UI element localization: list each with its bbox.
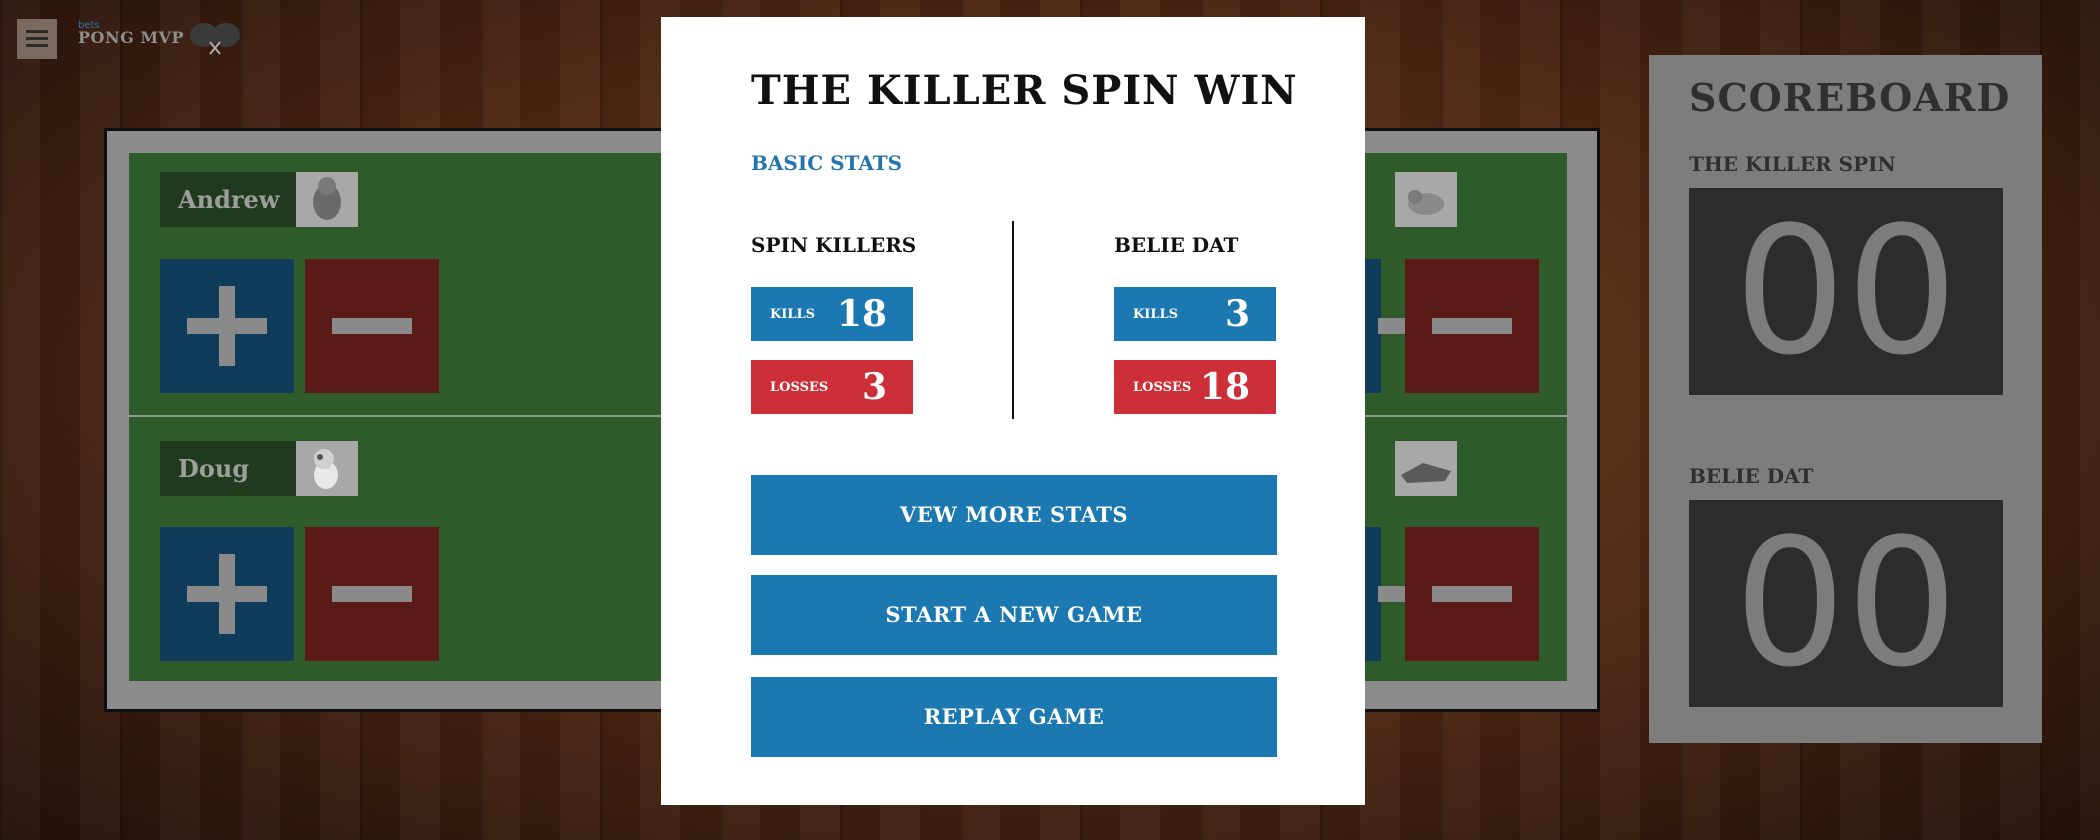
player-avatar	[296, 172, 358, 227]
menu-bar	[26, 44, 48, 47]
team-stats: SPIN KILLERS	[751, 233, 916, 257]
player-avatar	[1395, 441, 1457, 496]
decrement-button[interactable]	[1405, 527, 1539, 661]
losses-label: LOSSES	[770, 380, 829, 395]
scoreboard-score: 00	[1689, 188, 2003, 395]
scoreboard: SCOREBOARD THE KILLER SPIN 00 BELIE DAT …	[1649, 55, 2042, 743]
menu-bar	[26, 37, 48, 40]
team-stats: BELIE DAT	[1114, 233, 1238, 257]
player-name-tag: Andrew	[160, 172, 296, 227]
decrement-button[interactable]	[305, 259, 439, 393]
decrement-button[interactable]	[1405, 259, 1539, 393]
losses-label: LOSSES	[1133, 380, 1192, 395]
kills-label: KILLS	[1133, 307, 1179, 322]
losses-stat: LOSSES 3	[751, 360, 913, 414]
game-result-modal: THE KILLER SPIN WIN BASIC STATS SPIN KIL…	[661, 17, 1365, 805]
losses-stat: LOSSES 18	[1114, 360, 1276, 414]
scoreboard-team-name: THE KILLER SPIN	[1689, 152, 1896, 176]
decrement-button[interactable]	[305, 527, 439, 661]
player-avatar	[1395, 172, 1457, 227]
start-new-game-button[interactable]: START A NEW GAME	[751, 575, 1277, 655]
losses-value: 18	[1199, 366, 1250, 408]
replay-game-button[interactable]: REPLAY GAME	[751, 677, 1277, 757]
app: bets PONG MVP Andrew Doug SCOREBOARD THE…	[0, 0, 2100, 840]
paddles-logo-icon	[190, 23, 240, 55]
kills-value: 18	[836, 293, 887, 335]
increment-button[interactable]	[160, 259, 294, 393]
scoreboard-team-name: BELIE DAT	[1689, 464, 1814, 488]
modal-title: THE KILLER SPIN WIN	[751, 67, 1298, 114]
stats-divider	[1012, 221, 1014, 419]
scoreboard-score: 00	[1689, 500, 2003, 707]
losses-value: 3	[861, 366, 887, 408]
player-name-tag: Doug	[160, 441, 296, 496]
kills-value: 3	[1224, 293, 1250, 335]
view-more-stats-button[interactable]: VEW MORE STATS	[751, 475, 1277, 555]
menu-bar	[26, 30, 48, 33]
basic-stats-label: BASIC STATS	[751, 151, 903, 175]
brand-title: PONG MVP	[78, 28, 184, 47]
kills-stat: KILLS 18	[751, 287, 913, 341]
kills-label: KILLS	[770, 307, 816, 322]
menu-icon[interactable]	[17, 19, 57, 59]
player-name: Doug	[178, 454, 250, 483]
team-name: BELIE DAT	[1114, 233, 1239, 257]
kills-stat: KILLS 3	[1114, 287, 1276, 341]
player-name: Andrew	[178, 185, 280, 214]
increment-button[interactable]	[160, 527, 294, 661]
team-name: SPIN KILLERS	[751, 233, 917, 257]
player-avatar	[296, 441, 358, 496]
scoreboard-title: SCOREBOARD	[1689, 75, 2011, 120]
